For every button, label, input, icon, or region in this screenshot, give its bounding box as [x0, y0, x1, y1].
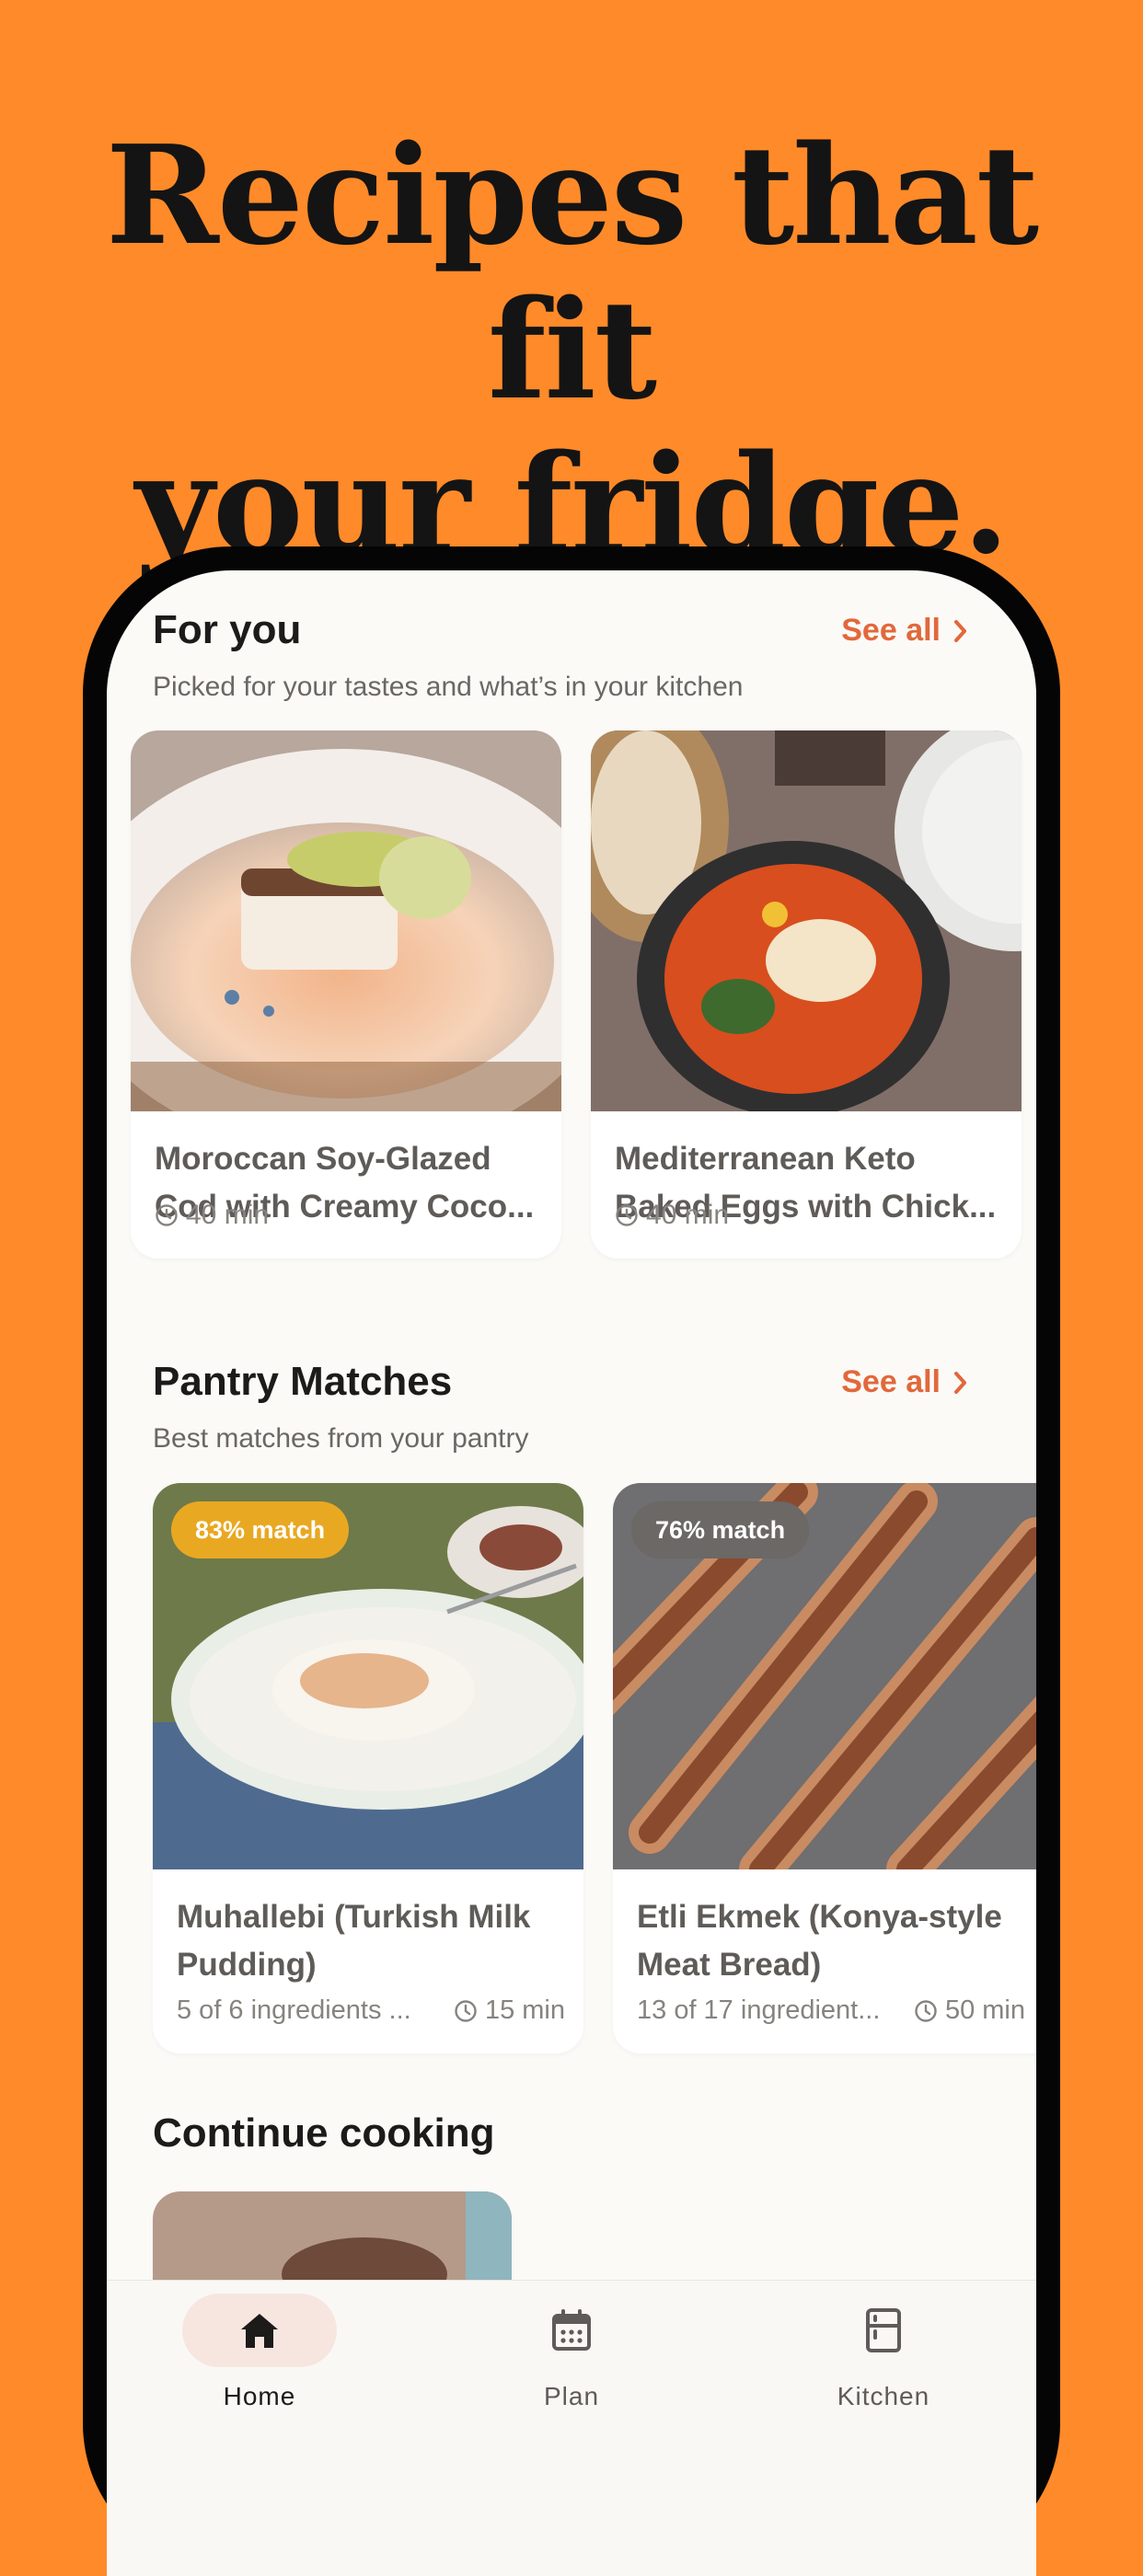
see-all-label: See all: [841, 613, 941, 648]
for-you-subtitle: Picked for your tastes and what’s in you…: [153, 672, 744, 702]
recipe-meta: 13 of 17 ingredient... 50 min: [637, 1995, 1025, 2026]
fridge-icon: [866, 2308, 901, 2352]
recipe-card[interactable]: Moroccan Soy-Glazed Cod with Creamy Coco…: [131, 730, 561, 1259]
bottom-tab-bar: Home Plan Kitchen: [107, 2280, 1036, 2576]
clock-icon: [915, 1999, 937, 2022]
chevron-right-icon: [954, 1371, 966, 1394]
tab-plan[interactable]: Plan: [461, 2281, 682, 2411]
app-screen: For you See all Picked for your tastes a…: [107, 570, 1036, 2576]
headline: Recipes that fit your fridge.: [0, 118, 1143, 581]
cook-time-value: 50 min: [944, 1995, 1025, 2025]
cook-time: 40 min: [615, 1200, 729, 1231]
tab-home[interactable]: Home: [149, 2281, 370, 2411]
recipe-name: Muhallebi (Turkish Milk Pudding): [177, 1899, 531, 1983]
recipe-name: Etli Ekmek (Konya-style Meat Bread): [637, 1899, 1002, 1983]
chevron-right-icon: [954, 619, 966, 642]
ingredient-count: 5 of 6 ingredients ...: [177, 1995, 411, 2025]
continue-cooking-title: Continue cooking: [153, 2110, 495, 2156]
plan-tab-pill: [494, 2294, 649, 2367]
see-all-label: See all: [841, 1364, 941, 1399]
recipe-card[interactable]: Mediterranean Keto Baked Eggs with Chick…: [591, 730, 1022, 1259]
cook-time-value: 40 min: [186, 1200, 270, 1230]
clock-icon: [455, 1999, 477, 2022]
recipe-meta: 5 of 6 ingredients ... 15 min: [177, 1995, 565, 2026]
cook-time-value: 15 min: [484, 1995, 565, 2025]
pantry-card[interactable]: 76% match Etli Ekmek (Konya-style Meat B…: [613, 1483, 1036, 2053]
tab-label: Kitchen: [837, 2382, 930, 2410]
kitchen-tab-pill: [806, 2294, 961, 2367]
tab-label: Home: [223, 2382, 296, 2410]
clock-icon: [156, 1204, 178, 1226]
pantry-see-all-button[interactable]: See all: [841, 1364, 970, 1400]
home-tab-pill: [182, 2294, 337, 2367]
match-badge: 76% match: [631, 1501, 810, 1558]
for-you-title: For you: [153, 607, 302, 652]
pantry-card[interactable]: 83% match Muhallebi (Turkish Milk Puddin…: [153, 1483, 583, 2053]
headline-line-1: Recipes that fit: [105, 115, 1039, 430]
clock-icon: [616, 1204, 638, 1226]
recipe-photo-etli-ekmek: 76% match: [613, 1483, 1036, 1869]
cook-time-value: 40 min: [646, 1200, 730, 1230]
recipe-photo-baked-eggs: [591, 730, 1022, 1111]
recipe-photo-muhallebi: 83% match: [153, 1483, 583, 1869]
calendar-icon: [552, 2309, 591, 2351]
cook-time: 40 min: [155, 1200, 269, 1231]
home-icon: [241, 2314, 278, 2348]
tab-kitchen[interactable]: Kitchen: [773, 2281, 994, 2411]
tab-label: Plan: [543, 2382, 600, 2410]
ingredient-count: 13 of 17 ingredient...: [637, 1995, 881, 2025]
match-badge: 83% match: [171, 1501, 350, 1558]
pantry-matches-title: Pantry Matches: [153, 1359, 453, 1404]
recipe-photo-cod: [131, 730, 561, 1111]
pantry-subtitle: Best matches from your pantry: [153, 1423, 529, 1454]
for-you-see-all-button[interactable]: See all: [841, 613, 970, 649]
